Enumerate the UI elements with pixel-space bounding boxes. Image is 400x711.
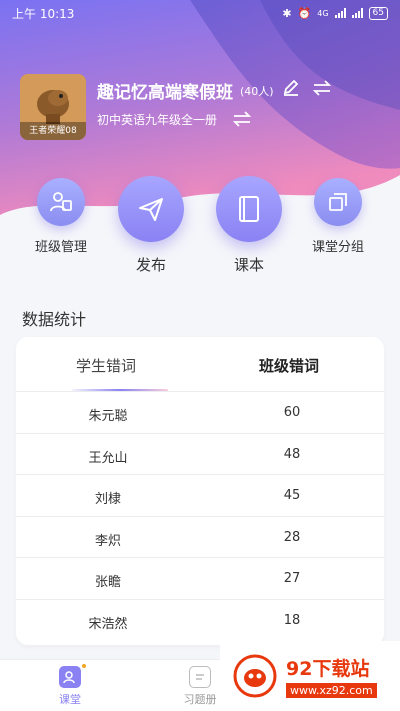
student-name: 王允山 [88, 450, 128, 466]
wrong-word-count: 18 [283, 612, 301, 628]
bluetooth-icon: ✱ [282, 6, 292, 20]
wrong-word-count: 48 [283, 446, 301, 462]
table-row[interactable]: 张瞻 27 [16, 558, 384, 600]
watermark-title: 92下载站 [286, 658, 370, 680]
status-bar: 上午 10:13 ✱ ⏰ 4G 65 [0, 0, 400, 26]
pencil-icon [283, 79, 299, 96]
book-icon [239, 196, 259, 222]
wrong-word-count: 27 [283, 571, 301, 586]
exercise-book-icon [189, 666, 211, 688]
student-name: 张瞻 [94, 575, 121, 590]
class-avatar[interactable]: 王者荣耀08 [20, 74, 86, 140]
switch-textbook-button[interactable] [232, 111, 252, 127]
student-name: 李炽 [94, 533, 121, 549]
table-row[interactable]: 刘棣 45 [16, 475, 384, 517]
alarm-icon: ⏰ [297, 6, 312, 20]
status-time: 上午 10:13 [12, 6, 75, 21]
wrong-word-count: 45 [283, 488, 301, 503]
send-icon [139, 198, 163, 221]
groups-icon [329, 193, 347, 211]
class-name: 趣记忆高端寒假班 [97, 83, 233, 103]
stats-section-title: 数据统计 [22, 310, 87, 329]
site-watermark: 92下载站 www.xz92.com [220, 641, 400, 711]
tab-student-wrong-words[interactable]: 学生错词 [76, 355, 136, 376]
watermark-url: www.xz92.com [286, 683, 377, 698]
class-groups-label: 课堂分组 [311, 240, 364, 255]
table-row[interactable]: 宋浩然 18 [16, 600, 384, 642]
avatar-caption: 王者荣耀08 [20, 122, 86, 140]
edit-class-button[interactable] [282, 79, 300, 96]
student-name: 朱元聪 [88, 409, 128, 424]
battery-icon: 65 [368, 6, 388, 20]
swap-icon [312, 80, 332, 96]
users-icon [50, 192, 72, 212]
signal-icon-2 [351, 8, 363, 18]
wrong-word-count: 28 [283, 529, 301, 545]
nav-classroom[interactable]: 课堂 [40, 664, 100, 707]
textbook-label: 课本 [233, 256, 264, 274]
stats-card: 学生错词 班级错词 朱元聪 60 王允山 48 刘棣 45 李炽 28 张瞻 2… [16, 337, 384, 645]
wrong-word-count: 60 [283, 405, 301, 420]
switch-class-button[interactable] [312, 80, 332, 96]
nav-classroom-label: 课堂 [59, 693, 81, 706]
student-name: 宋浩然 [88, 616, 128, 632]
network-type: 4G [317, 8, 329, 18]
signal-icon [334, 8, 346, 18]
publish-button[interactable] [118, 176, 184, 242]
class-management-button[interactable] [37, 178, 85, 226]
class-management-label: 班级管理 [34, 240, 87, 255]
student-name: 刘棣 [94, 492, 121, 507]
class-groups-button[interactable] [314, 178, 362, 226]
textbook-name: 初中英语九年级全一册 [97, 113, 218, 127]
publish-label: 发布 [135, 256, 166, 274]
stats-list: 朱元聪 60 王允山 48 刘棣 45 李炽 28 张瞻 27 宋浩然 18 [16, 392, 384, 641]
student-count: (40人) [240, 85, 274, 98]
watermark-logo-icon [233, 654, 277, 698]
classroom-icon [59, 666, 81, 688]
swap-icon [232, 111, 252, 127]
tab-class-wrong-words[interactable]: 班级错词 [259, 355, 319, 376]
table-row[interactable]: 朱元聪 60 [16, 392, 384, 434]
table-row[interactable]: 王允山 48 [16, 434, 384, 475]
notification-dot [82, 664, 86, 668]
textbook-button[interactable] [216, 176, 282, 242]
nav-exercise-book-label: 习题册 [183, 693, 217, 706]
table-row[interactable]: 李炽 28 [16, 517, 384, 558]
